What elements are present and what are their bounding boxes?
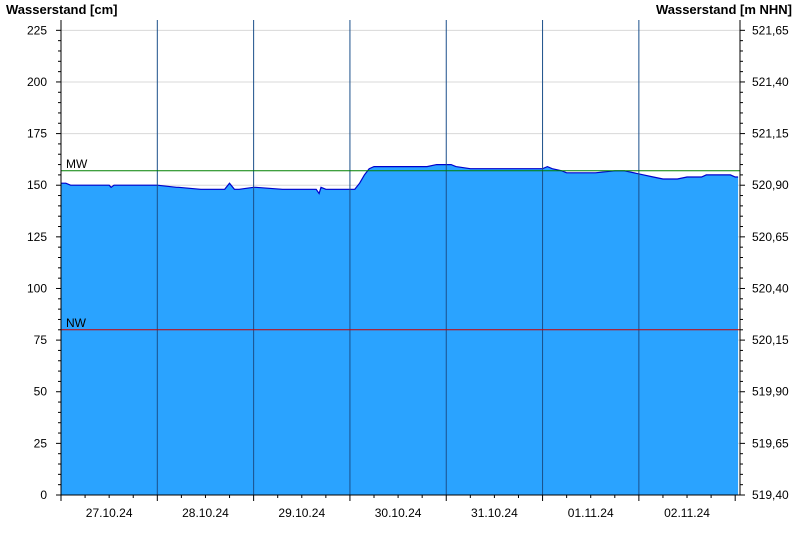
y-left-tick-label: 175: [27, 127, 47, 141]
y-left-tick-label: 0: [40, 488, 47, 502]
y-right-tick-label: 519,90: [752, 385, 789, 399]
y-right-tick-label: 520,40: [752, 281, 789, 295]
x-tick-label: 29.10.24: [278, 506, 325, 520]
x-tick-label: 02.11.24: [664, 506, 710, 520]
reference-label-nw: NW: [66, 316, 87, 330]
y-right-tick-label: 520,65: [752, 230, 789, 244]
y-right-tick-label: 519,40: [752, 488, 789, 502]
y-right-tick-label: 519,65: [752, 436, 789, 450]
y-right-tick-label: 521,15: [752, 127, 789, 141]
y-left-tick-label: 100: [27, 281, 47, 295]
y-left-tick-label: 25: [34, 436, 48, 450]
y-left-tick-label: 200: [27, 75, 47, 89]
x-tick-label: 30.10.24: [375, 506, 422, 520]
y-left-tick-label: 225: [27, 23, 47, 37]
y-left-tick-label: 50: [34, 385, 48, 399]
y-right-tick-label: 521,40: [752, 75, 789, 89]
y-right-tick-label: 520,15: [752, 333, 789, 347]
x-tick-label: 27.10.24: [86, 506, 133, 520]
x-tick-label: 28.10.24: [182, 506, 229, 520]
y-left-tick-label: 125: [27, 230, 47, 244]
reference-label-mw: MW: [66, 157, 88, 171]
y-right-tick-label: 520,90: [752, 178, 789, 192]
y-left-tick-label: 75: [34, 333, 48, 347]
water-level-chart: MW NW 0 25 50 75 100 125 150 175 200 225 519,40 519,6…: [27, 20, 789, 520]
y-right-tick-label: 521,65: [752, 23, 789, 37]
x-tick-label: 01.11.24: [568, 506, 614, 520]
y-left-tick-label: 150: [27, 178, 47, 192]
x-tick-label: 31.10.24: [471, 506, 518, 520]
